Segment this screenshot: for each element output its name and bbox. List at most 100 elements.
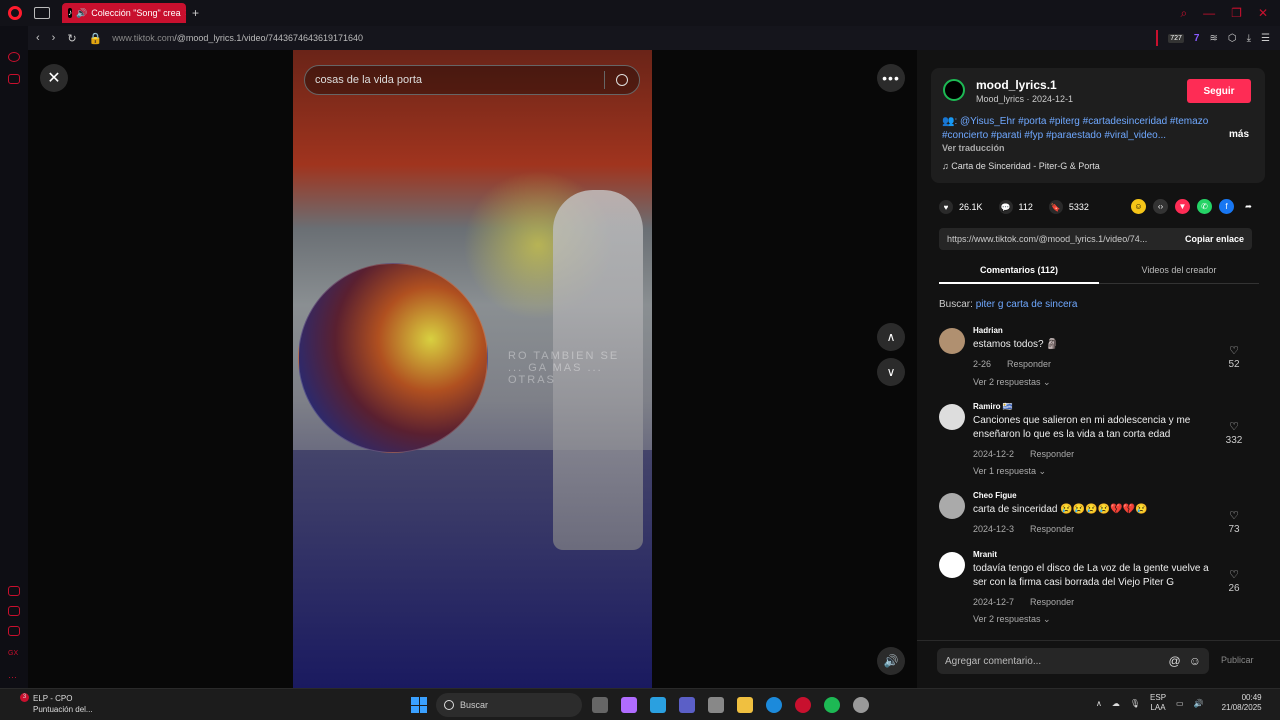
- post-description[interactable]: 👥: @Yisus_Ehr #porta #piterg #cartadesin…: [942, 115, 1247, 143]
- commenter-name[interactable]: Ramiro 🇺🇾: [973, 402, 1013, 411]
- extension-727-icon[interactable]: 727: [1168, 33, 1184, 43]
- clock[interactable]: 00:49 21/08/2025: [1222, 693, 1262, 713]
- send-icon[interactable]: ▼: [1175, 199, 1190, 214]
- facebook-icon[interactable]: f: [1219, 199, 1234, 214]
- sidebar-aria-icon[interactable]: [8, 52, 20, 62]
- commenter-name[interactable]: Cheo Figue: [973, 491, 1017, 500]
- sidebar-player-icon[interactable]: [8, 606, 20, 616]
- reply-button[interactable]: Responder: [1030, 597, 1074, 607]
- microphone-icon[interactable]: 🎙: [1130, 699, 1140, 708]
- comment-input[interactable]: Agregar comentario... @ ☺: [937, 648, 1209, 674]
- copilot-icon[interactable]: [621, 697, 637, 713]
- share-link[interactable]: https://www.tiktok.com/@mood_lyrics.1/vi…: [939, 234, 1177, 244]
- sidebar-more-icon[interactable]: ···: [8, 672, 20, 682]
- comment-like[interactable]: ♡ 52: [1219, 344, 1249, 370]
- commenter-avatar[interactable]: [939, 552, 965, 578]
- spotify-icon[interactable]: [824, 697, 840, 713]
- extension-wave-icon[interactable]: ≋: [1209, 33, 1217, 44]
- save-stat[interactable]: 🔖 5332: [1048, 200, 1089, 214]
- tab-comments[interactable]: Comentarios (112): [939, 260, 1099, 284]
- back-icon[interactable]: ‹: [36, 32, 40, 45]
- close-video-button[interactable]: ✕: [40, 64, 68, 92]
- comment-stat[interactable]: 💬 112: [998, 200, 1033, 214]
- sidebar-bag-icon[interactable]: [8, 74, 20, 84]
- opera-gx-icon[interactable]: [795, 697, 811, 713]
- copy-link-button[interactable]: Copiar enlace: [1177, 234, 1252, 244]
- video-search-input[interactable]: cosas de la vida porta: [304, 65, 640, 95]
- previous-video-button[interactable]: ∧: [877, 323, 905, 351]
- view-replies-link[interactable]: Ver 2 respuestas ⌄: [973, 377, 1051, 388]
- language-indicator[interactable]: ESP LAA: [1150, 693, 1166, 713]
- display-icon[interactable]: ▭: [1176, 699, 1184, 708]
- download-icon[interactable]: ⤓: [1247, 33, 1251, 44]
- close-tab-icon[interactable]: ✕: [185, 8, 186, 19]
- speaker-icon[interactable]: 🔊: [76, 8, 87, 19]
- store-icon[interactable]: [708, 697, 724, 713]
- commenter-avatar[interactable]: [939, 328, 965, 354]
- task-view-icon[interactable]: [592, 697, 608, 713]
- translate-link[interactable]: Ver traducción: [942, 143, 1005, 153]
- close-window-button[interactable]: ✕: [1258, 6, 1268, 21]
- reply-button[interactable]: Responder: [1007, 359, 1051, 369]
- forward-icon[interactable]: ›: [52, 32, 56, 45]
- video-player[interactable]: RO TAMBIEN SE ... GA MAS ... OTRAS: [293, 50, 652, 688]
- volume-tray-icon[interactable]: 🔊: [1194, 699, 1204, 708]
- commenter-name[interactable]: Hadrian: [973, 326, 1003, 335]
- edge-icon[interactable]: [766, 697, 782, 713]
- mention-icon[interactable]: @: [1169, 654, 1181, 668]
- search-icon[interactable]: [605, 74, 639, 86]
- next-video-button[interactable]: ∨: [877, 358, 905, 386]
- whatsapp-icon[interactable]: ✆: [1197, 199, 1212, 214]
- embed-icon[interactable]: ‹›: [1153, 199, 1168, 214]
- minimize-button[interactable]: —: [1203, 6, 1215, 21]
- search-suggestion[interactable]: Buscar: piter g carta de sincera: [939, 299, 1077, 310]
- author-username[interactable]: mood_lyrics.1: [976, 78, 1057, 92]
- volume-button[interactable]: 🔊: [877, 647, 905, 675]
- url-field[interactable]: www.tiktok.com/@mood_lyrics.1/video/7443…: [112, 33, 363, 43]
- tab-menu-icon[interactable]: [34, 7, 50, 19]
- view-replies-link[interactable]: Ver 2 respuestas ⌄: [973, 614, 1051, 625]
- share-arrow-icon[interactable]: ➦: [1241, 199, 1256, 214]
- author-avatar[interactable]: [943, 79, 965, 101]
- windows-start-icon[interactable]: [411, 697, 427, 713]
- maximize-button[interactable]: ❐: [1231, 6, 1242, 21]
- opera-logo-icon[interactable]: [8, 6, 22, 20]
- emoji-icon[interactable]: ☺: [1189, 654, 1201, 668]
- coin-share-icon[interactable]: ☺: [1131, 199, 1146, 214]
- follow-button[interactable]: Seguir: [1187, 79, 1251, 103]
- edge-dev-icon[interactable]: [650, 697, 666, 713]
- new-tab-button[interactable]: +: [192, 6, 199, 20]
- extension-puzzle-icon[interactable]: ⬡: [1228, 33, 1237, 44]
- teams-icon[interactable]: [679, 697, 695, 713]
- notification-widget[interactable]: 3 ELP - CPO Puntuación del...: [20, 693, 93, 715]
- comment-like[interactable]: ♡ 73: [1219, 509, 1249, 535]
- more-options-button[interactable]: •••: [877, 64, 905, 92]
- publish-button[interactable]: Publicar: [1221, 655, 1254, 665]
- song-link[interactable]: ♫ Carta de Sinceridad - Piter-G & Porta: [942, 161, 1100, 171]
- lock-icon[interactable]: 🔒: [89, 32, 103, 45]
- file-explorer-icon[interactable]: [737, 697, 753, 713]
- sidebar-wifi-icon[interactable]: [8, 586, 20, 596]
- comment-like[interactable]: ♡ 332: [1219, 420, 1249, 446]
- extension-7-icon[interactable]: 7: [1194, 33, 1200, 44]
- tray-chevron-icon[interactable]: ∧: [1096, 699, 1102, 708]
- commenter-name[interactable]: Mranit: [973, 550, 997, 559]
- tab-creator-videos[interactable]: Videos del creador: [1099, 260, 1259, 284]
- taskbar-search[interactable]: Buscar: [436, 693, 582, 717]
- commenter-avatar[interactable]: [939, 493, 965, 519]
- reload-icon[interactable]: ↻: [67, 32, 76, 45]
- view-replies-link[interactable]: Ver 1 respuesta ⌄: [973, 466, 1046, 477]
- reply-button[interactable]: Responder: [1030, 449, 1074, 459]
- active-tab[interactable]: ♪ 🔊 Colección "Song" crea ✕: [62, 3, 186, 23]
- commenter-avatar[interactable]: [939, 404, 965, 430]
- like-stat[interactable]: ♥ 26.1K: [939, 200, 983, 214]
- sidebar-vpn-icon[interactable]: [8, 626, 20, 636]
- comment-like[interactable]: ♡ 26: [1219, 568, 1249, 594]
- easy-setup-icon[interactable]: ☰: [1261, 33, 1270, 44]
- sidebar-gx-icon[interactable]: GX: [8, 650, 20, 660]
- search-tabs-icon[interactable]: ⌕: [1180, 6, 1187, 21]
- app-icon[interactable]: [853, 697, 869, 713]
- onedrive-icon[interactable]: ☁: [1112, 699, 1120, 708]
- reply-button[interactable]: Responder: [1030, 524, 1074, 534]
- more-link[interactable]: más: [1229, 129, 1249, 140]
